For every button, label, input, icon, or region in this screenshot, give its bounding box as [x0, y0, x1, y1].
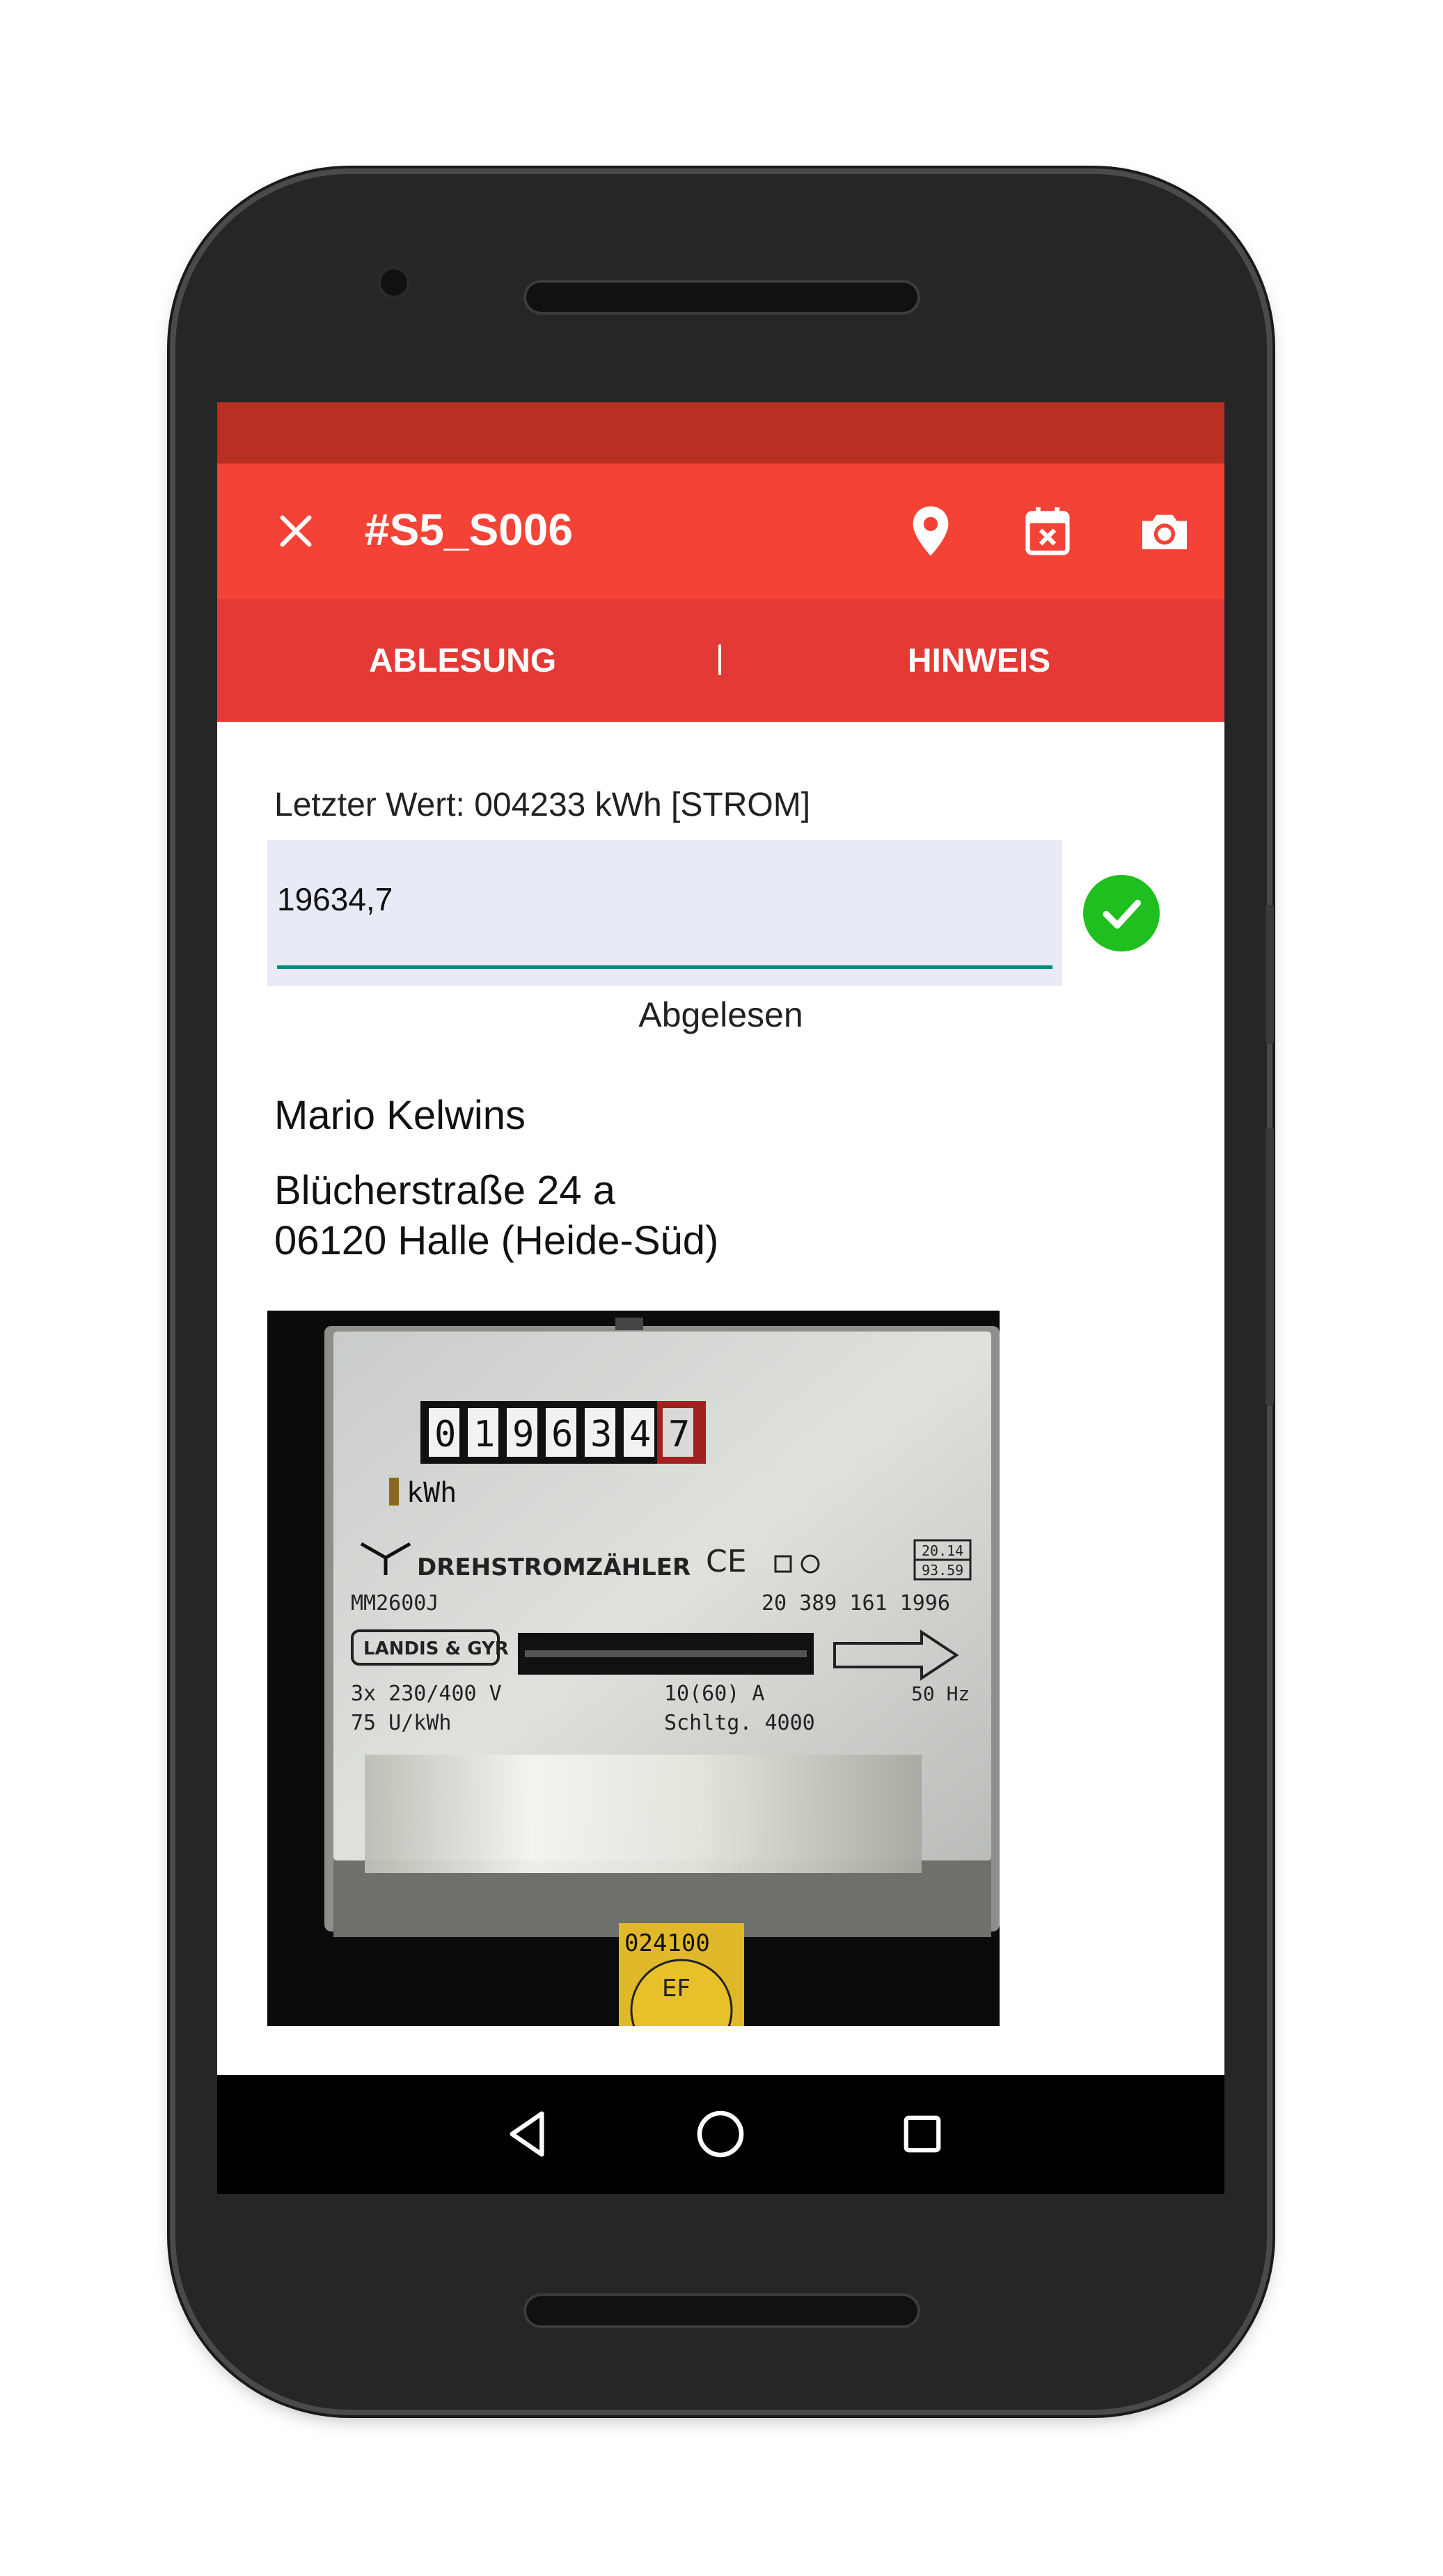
meter-drum-digit: 7 — [668, 1414, 690, 1455]
power-button — [1265, 1128, 1274, 1406]
meter-frequency: 50 Hz — [911, 1682, 970, 1705]
bottom-speaker — [523, 2293, 920, 2328]
meter-photo[interactable]: 0196347 kWh DREHSTROMZÄHLER CE 20.14 93.… — [267, 1311, 1000, 2026]
front-camera — [377, 266, 411, 299]
meter-box-bottom: 93.59 — [922, 1562, 963, 1579]
record-title: #S5_S006 — [365, 505, 573, 555]
close-icon[interactable] — [265, 500, 327, 562]
reading-input[interactable] — [277, 875, 1043, 924]
input-underline — [277, 965, 1052, 969]
status-bar — [217, 402, 1224, 464]
customer-city: 06120 Halle (Heide-Süd) — [274, 1218, 719, 1263]
recents-icon[interactable] — [891, 2103, 954, 2165]
home-icon[interactable] — [689, 2103, 752, 2165]
meter-brand: LANDIS & GYR — [363, 1638, 509, 1659]
camera-icon[interactable] — [1133, 500, 1196, 562]
tab-hinweis[interactable]: HINWEIS — [734, 599, 1224, 722]
last-value-label: Letzter Wert: 004233 kWh [STROM] — [274, 787, 811, 823]
location-icon[interactable] — [899, 500, 962, 562]
meter-drum-digit: 4 — [629, 1414, 651, 1455]
meter-current: 10(60) A — [664, 1682, 765, 1706]
reading-input-container — [267, 840, 1062, 986]
meter-voltage: 3x 230/400 V — [351, 1682, 502, 1706]
meter-unit: kWh — [407, 1477, 457, 1509]
tab-separator — [718, 645, 721, 675]
tab-ablesung[interactable]: ABLESUNG — [217, 599, 708, 722]
meter-drum-digit: 6 — [551, 1414, 573, 1455]
meter-model: MM2600J — [351, 1591, 439, 1615]
meter-drum-digit: 0 — [434, 1414, 456, 1455]
tab-bar: ABLESUNG HINWEIS — [217, 599, 1224, 722]
reading-form: Letzter Wert: 004233 kWh [STROM] Abgeles… — [217, 722, 1224, 2072]
meter-rpm: 75 U/kWh — [351, 1711, 452, 1735]
meter-schaltung: Schltg. 4000 — [664, 1711, 815, 1735]
meter-box-top: 20.14 — [922, 1542, 963, 1559]
toolbar: #S5_S006 — [217, 464, 1224, 599]
meter-seal-label: EF — [662, 1975, 691, 2002]
svg-text:CE: CE — [706, 1544, 747, 1579]
reading-status: Abgelesen — [638, 995, 803, 1034]
app-screen: #S5_S006 ABLESUNG HINWEIS Letzter Wert: … — [217, 402, 1224, 2194]
meter-serial: 20 389 161 1996 — [762, 1591, 950, 1615]
check-icon — [1083, 875, 1160, 951]
customer-street: Blücherstraße 24 a — [274, 1168, 616, 1213]
calendar-cancel-icon[interactable] — [1016, 500, 1079, 562]
customer-name: Mario Kelwins — [274, 1093, 526, 1138]
volume-button — [1265, 905, 1274, 1044]
meter-type: DREHSTROMZÄHLER — [417, 1553, 691, 1581]
meter-drum-digit: 3 — [590, 1414, 612, 1455]
meter-drum-digit: 1 — [473, 1414, 495, 1455]
navigation-bar — [217, 2075, 1224, 2194]
top-speaker — [523, 280, 920, 315]
back-icon[interactable] — [496, 2103, 558, 2165]
meter-drum-digit: 9 — [512, 1414, 534, 1455]
meter-seal-number: 024100 — [624, 1929, 710, 1957]
